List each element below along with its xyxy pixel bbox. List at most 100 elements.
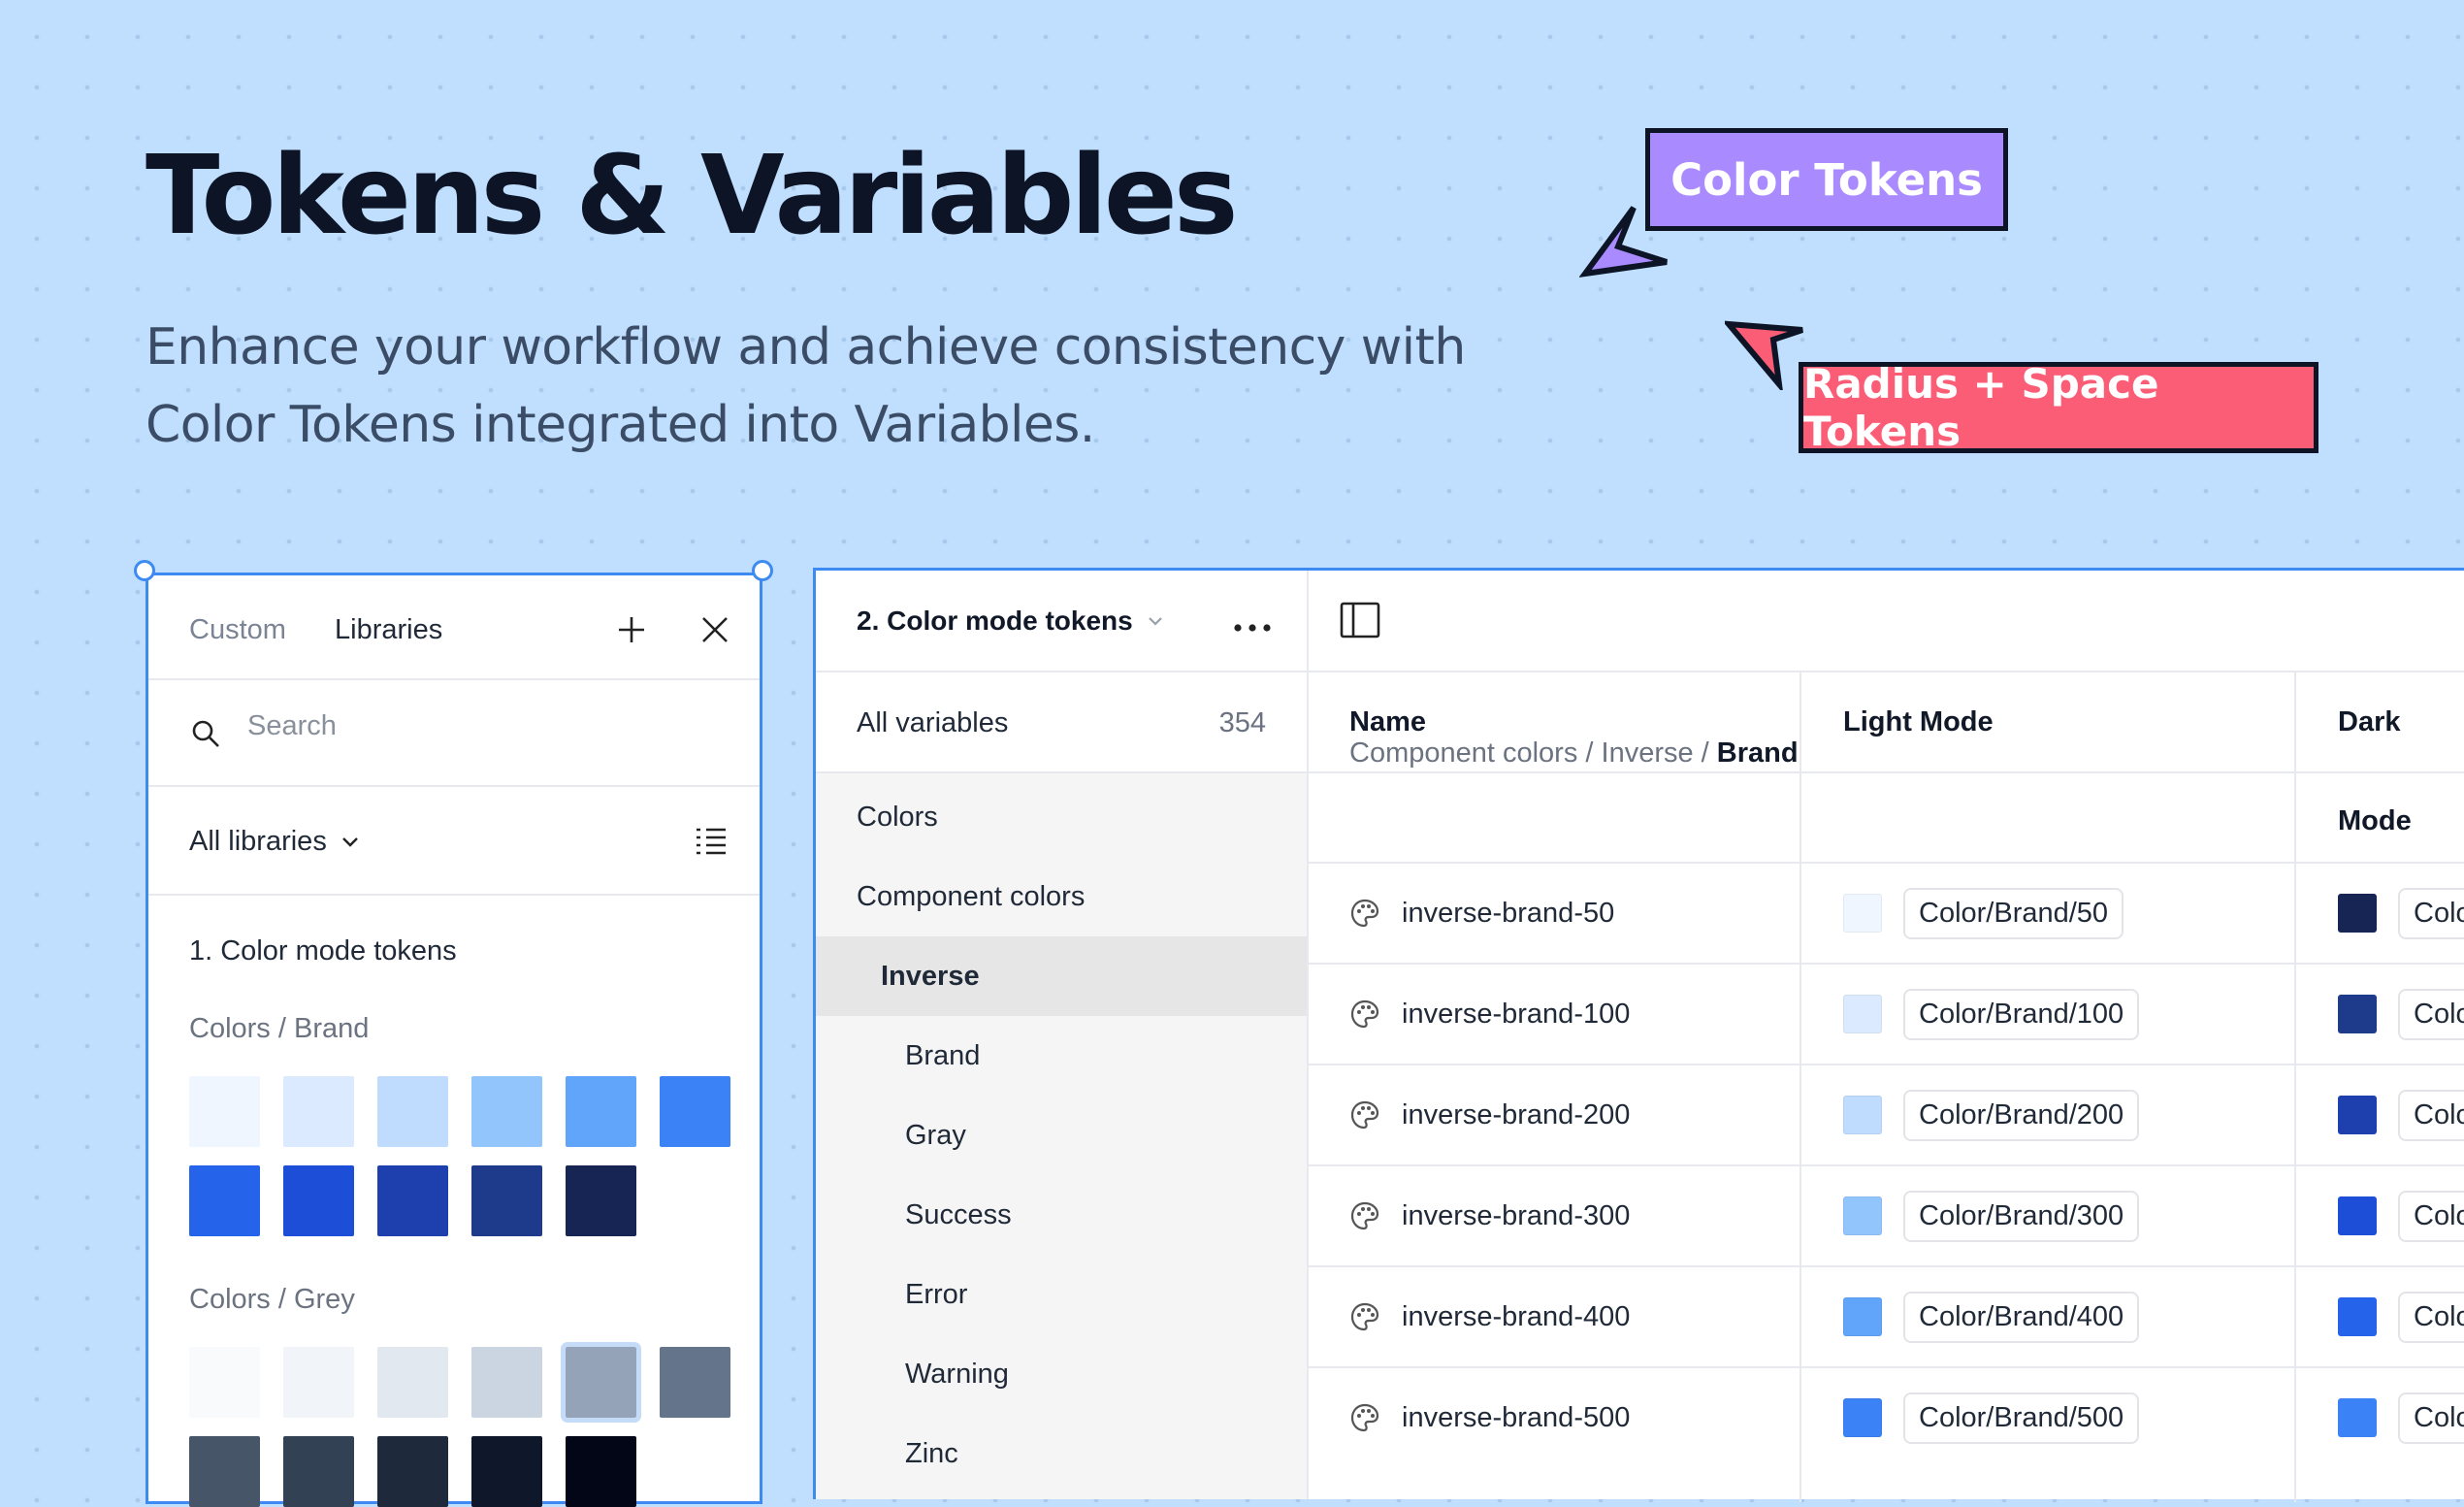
table-row[interactable]: inverse-brand-300 Color/Brand/300 Colo <box>1309 1164 2464 1265</box>
color-swatch[interactable] <box>471 1076 542 1147</box>
light-mode-swatch <box>1843 1297 1882 1336</box>
light-mode-value[interactable]: Color/Brand/400 <box>1903 1291 2140 1343</box>
light-mode-value[interactable]: Color/Brand/50 <box>1903 887 2124 939</box>
table-row[interactable]: inverse-brand-100 Color/Brand/100 Colo <box>1309 963 2464 1064</box>
color-swatch[interactable] <box>189 1436 260 1507</box>
libraries-panel: Custom Libraries All libraries 1. Color … <box>146 573 762 1507</box>
light-mode-value[interactable]: Color/Brand/300 <box>1903 1190 2140 1242</box>
color-swatch[interactable] <box>566 1436 636 1507</box>
color-swatch[interactable] <box>377 1076 448 1147</box>
list-view-button[interactable] <box>692 824 730 859</box>
color-swatch[interactable] <box>283 1076 354 1147</box>
swatch-groups: Colors / Brand Colors / Grey <box>189 1014 760 1507</box>
variable-name-cell: inverse-brand-100 <box>1349 965 1630 1064</box>
dark-mode-value[interactable]: Colo <box>2398 988 2464 1040</box>
dark-mode-swatch <box>2338 995 2377 1033</box>
color-swatch[interactable] <box>283 1436 354 1507</box>
color-swatch[interactable] <box>566 1165 636 1236</box>
sidebar-item-zinc[interactable]: Zinc <box>816 1414 1307 1493</box>
dark-mode-cell[interactable]: Colo <box>2338 965 2464 1064</box>
light-mode-cell[interactable]: Color/Brand/500 <box>1843 1368 2140 1467</box>
table-row[interactable]: inverse-brand-200 Color/Brand/200 Colo <box>1309 1064 2464 1164</box>
variable-name-cell: inverse-brand-200 <box>1349 1065 1630 1164</box>
color-swatch[interactable] <box>377 1347 448 1418</box>
color-swatch[interactable] <box>561 1342 641 1423</box>
sidebar-item-gray[interactable]: Gray <box>816 1096 1307 1175</box>
light-mode-cell[interactable]: Color/Brand/300 <box>1843 1166 2140 1265</box>
sidebar-item-colors[interactable]: Colors <box>816 777 1307 857</box>
breadcrumb-path: Component colors / Inverse / <box>1349 737 1717 769</box>
dark-mode-cell[interactable]: Colo <box>2338 1368 2464 1467</box>
sidebar-item-brand[interactable]: Brand <box>816 1016 1307 1096</box>
sidebar-item-inverse[interactable]: Inverse <box>816 936 1307 1016</box>
color-swatch[interactable] <box>189 1076 260 1147</box>
cursor-purple-icon <box>1579 206 1668 278</box>
color-swatch[interactable] <box>283 1347 354 1418</box>
table-row[interactable]: inverse-brand-400 Color/Brand/400 Colo <box>1309 1265 2464 1366</box>
sidebar-item-success[interactable]: Success <box>816 1175 1307 1255</box>
light-mode-value[interactable]: Color/Brand/200 <box>1903 1089 2140 1141</box>
toggle-sidebar-button[interactable] <box>1338 600 1382 640</box>
sidebar-item-component-colors[interactable]: Component colors <box>816 857 1307 936</box>
resize-handle-top-right[interactable] <box>752 560 773 581</box>
variables-table: Name Light Mode Dark Mode Component colo… <box>1309 571 2464 1502</box>
color-swatch[interactable] <box>189 1165 260 1236</box>
variable-name-cell: inverse-brand-50 <box>1349 864 1614 963</box>
sidebar-item-error[interactable]: Error <box>816 1255 1307 1334</box>
resize-handle-top-left[interactable] <box>134 560 155 581</box>
color-variable-icon <box>1349 1099 1380 1130</box>
close-panel-button[interactable] <box>696 610 734 649</box>
dark-mode-value[interactable]: Colo <box>2398 887 2464 939</box>
all-libraries-dropdown[interactable]: All libraries <box>189 826 360 858</box>
light-mode-value[interactable]: Color/Brand/500 <box>1903 1392 2140 1444</box>
more-options-button[interactable] <box>1233 604 1272 641</box>
search-input[interactable] <box>245 709 637 743</box>
collection-header: 2. Color mode tokens <box>816 571 1307 672</box>
dark-mode-value[interactable]: Colo <box>2398 1392 2464 1444</box>
light-mode-cell[interactable]: Color/Brand/100 <box>1843 965 2140 1064</box>
all-variables-count: 354 <box>1218 707 1266 738</box>
dark-mode-swatch <box>2338 1398 2377 1437</box>
dark-mode-value[interactable]: Colo <box>2398 1089 2464 1141</box>
color-swatch[interactable] <box>471 1165 542 1236</box>
light-mode-cell[interactable]: Color/Brand/50 <box>1843 864 2124 963</box>
dark-mode-value[interactable]: Colo <box>2398 1190 2464 1242</box>
sidebar-item-warning[interactable]: Warning <box>816 1334 1307 1414</box>
dark-mode-cell[interactable]: Colo <box>2338 1166 2464 1265</box>
chevron-down-icon <box>1148 617 1162 626</box>
dark-mode-swatch <box>2338 1297 2377 1336</box>
all-libraries-label: All libraries <box>189 826 327 857</box>
table-row[interactable]: inverse-brand-500 Color/Brand/500 Colo <box>1309 1366 2464 1467</box>
color-swatch[interactable] <box>189 1347 260 1418</box>
dark-mode-value[interactable]: Colo <box>2398 1291 2464 1343</box>
color-swatch[interactable] <box>471 1347 542 1418</box>
color-swatch[interactable] <box>660 1076 730 1147</box>
tab-custom[interactable]: Custom <box>189 614 286 646</box>
collection-dropdown[interactable]: 2. Color mode tokens <box>857 606 1164 637</box>
color-swatch[interactable] <box>660 1347 730 1418</box>
color-swatch[interactable] <box>283 1165 354 1236</box>
dark-mode-cell[interactable]: Colo <box>2338 1267 2464 1366</box>
column-header-dark-mode[interactable]: Dark Mode <box>2338 672 2464 836</box>
variable-name: inverse-brand-500 <box>1402 1401 1631 1433</box>
color-swatch[interactable] <box>377 1165 448 1236</box>
column-header-light-mode[interactable]: Light Mode <box>1843 672 1994 771</box>
light-mode-value[interactable]: Color/Brand/100 <box>1903 988 2140 1040</box>
all-variables-item[interactable]: All variables 354 <box>816 672 1307 773</box>
variable-name-cell: inverse-brand-400 <box>1349 1267 1630 1366</box>
color-variable-icon <box>1349 1200 1380 1231</box>
variable-name: inverse-brand-300 <box>1402 1199 1631 1231</box>
color-swatch[interactable] <box>377 1436 448 1507</box>
light-mode-cell[interactable]: Color/Brand/400 <box>1843 1267 2140 1366</box>
light-mode-cell[interactable]: Color/Brand/200 <box>1843 1065 2140 1164</box>
add-library-button[interactable] <box>612 610 651 649</box>
light-mode-swatch <box>1843 1398 1882 1437</box>
dark-mode-cell[interactable]: Colo <box>2338 1065 2464 1164</box>
tab-libraries[interactable]: Libraries <box>335 614 442 646</box>
color-swatch[interactable] <box>566 1076 636 1147</box>
all-variables-label: All variables <box>857 707 1009 738</box>
table-row[interactable]: inverse-brand-50 Color/Brand/50 Colo <box>1309 862 2464 963</box>
variable-name: inverse-brand-400 <box>1402 1300 1631 1332</box>
color-swatch[interactable] <box>471 1436 542 1507</box>
dark-mode-cell[interactable]: Colo <box>2338 864 2464 963</box>
